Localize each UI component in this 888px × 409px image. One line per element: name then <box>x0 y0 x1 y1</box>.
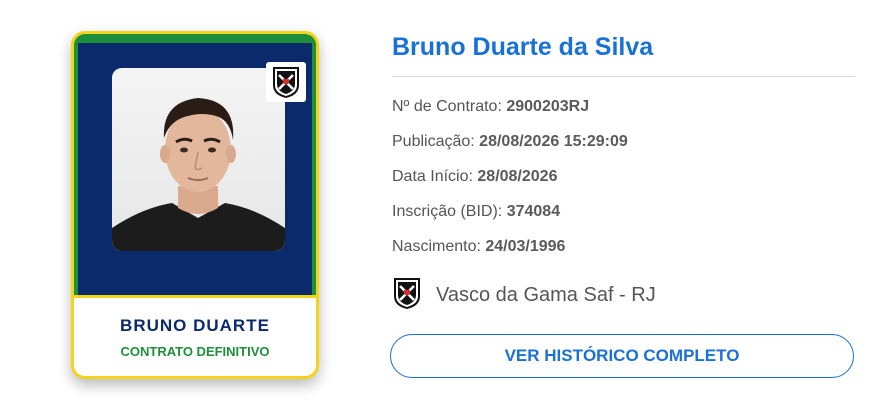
publication-label: Publicação: <box>392 133 475 150</box>
player-photo <box>112 68 285 251</box>
bid-registration-value: 374084 <box>506 203 561 220</box>
publication-value: 28/08/2026 15:29:09 <box>479 133 628 150</box>
bid-registration-label: Inscrição (BID): <box>392 203 503 220</box>
view-full-history-button[interactable]: VER HISTÓRICO COMPLETO <box>390 334 854 378</box>
start-date-value: 28/08/2026 <box>477 168 558 185</box>
contract-number-label: Nº de Contrato: <box>392 98 502 115</box>
bid-registration-row: Inscrição (BID): 374084 <box>392 203 560 221</box>
birth-date-row: Nascimento: 24/03/1996 <box>392 238 565 256</box>
vasco-crest-icon <box>392 276 422 315</box>
player-portrait <box>112 98 285 251</box>
card-contract-status: CONTRATO DEFINITIVO <box>120 344 270 359</box>
publication-row: Publicação: 28/08/2026 15:29:09 <box>392 133 628 151</box>
club-name: Vasco da Gama Saf - RJ <box>436 284 656 306</box>
player-card: BRUNO DUARTE CONTRATO DEFINITIVO <box>71 31 319 379</box>
birth-date-label: Nascimento: <box>392 238 481 255</box>
start-date-row: Data Início: 28/08/2026 <box>392 168 557 186</box>
title-divider <box>392 76 855 77</box>
card-header <box>74 43 316 295</box>
vasco-crest-icon <box>266 62 306 102</box>
start-date-label: Data Início: <box>392 168 473 185</box>
contract-number-value: 2900203RJ <box>506 98 590 115</box>
card-footer: BRUNO DUARTE CONTRATO DEFINITIVO <box>74 298 316 376</box>
card-player-name: BRUNO DUARTE <box>120 316 270 335</box>
club-row: Vasco da Gama Saf - RJ <box>392 276 656 315</box>
contract-number-row: Nº de Contrato: 2900203RJ <box>392 98 589 116</box>
card-top-stripe <box>74 34 316 43</box>
player-full-name: Bruno Duarte da Silva <box>392 33 654 61</box>
birth-date-value: 24/03/1996 <box>485 238 566 255</box>
